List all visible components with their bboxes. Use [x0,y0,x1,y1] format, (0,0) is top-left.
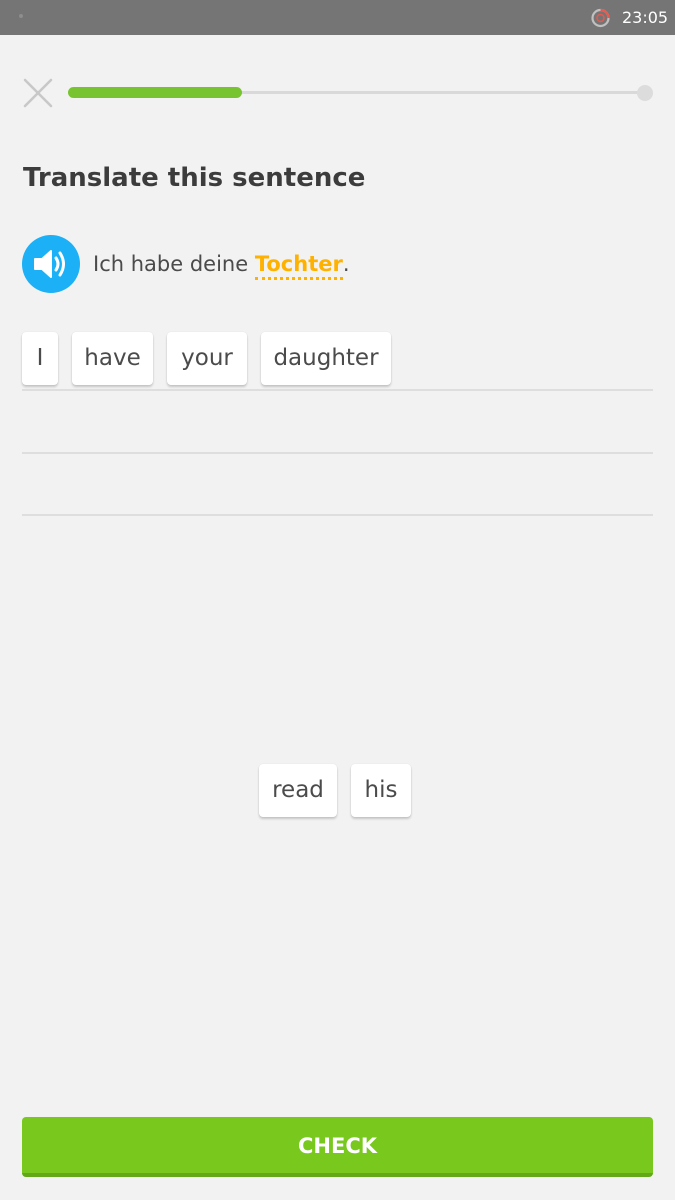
answer-tile[interactable]: I [22,332,58,385]
answer-area[interactable]: I have your daughter [22,326,653,518]
prompt-title: Translate this sentence [23,163,366,193]
speaker-icon [34,250,65,278]
check-button[interactable]: CHECK [22,1117,653,1177]
source-sentence: Ich habe deine Tochter. [93,249,350,280]
alarm-icon [591,8,610,28]
progress-end-marker [637,85,653,101]
sentence-text: Ich habe deine [93,252,255,276]
word-bank-tile[interactable]: read [259,764,337,817]
answer-tile[interactable]: have [72,332,153,385]
lesson-progress-bar [68,87,648,98]
close-button[interactable] [22,77,54,109]
sentence-punctuation: . [342,252,350,276]
lesson-progress-fill [68,87,242,98]
hint-word[interactable]: Tochter [254,252,343,280]
notification-dot-icon [19,14,23,18]
word-bank-tile[interactable]: his [351,764,411,817]
status-bar: 23:05 [0,0,675,35]
play-audio-button[interactable] [22,235,80,293]
close-icon [23,78,53,108]
answer-line [22,514,653,516]
answer-line [22,452,653,454]
answer-tile[interactable]: daughter [261,332,391,385]
answer-line [22,389,653,391]
answer-tile[interactable]: your [167,332,247,385]
status-time: 23:05 [622,8,669,27]
